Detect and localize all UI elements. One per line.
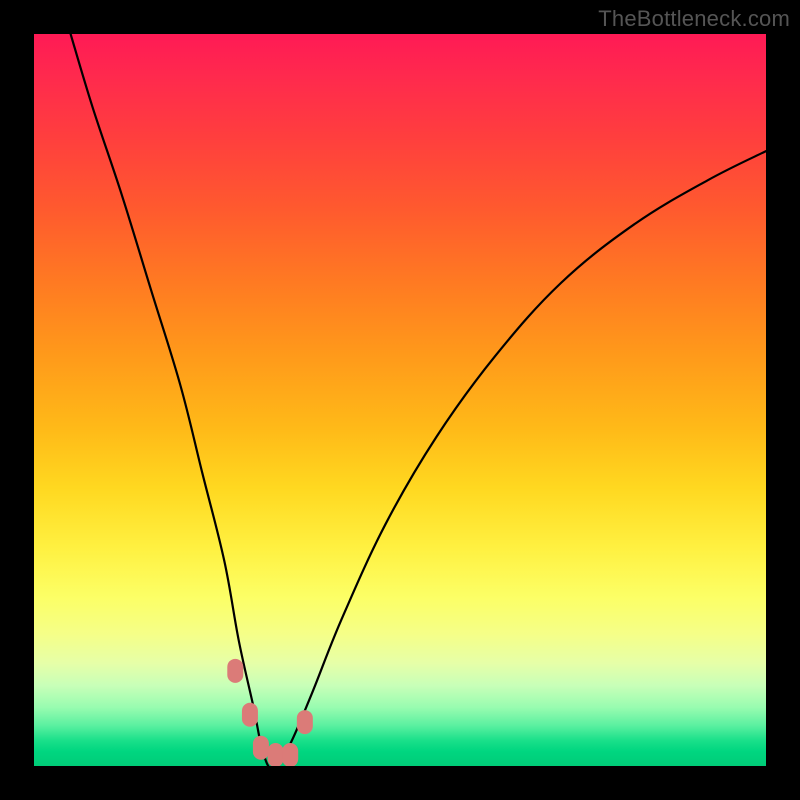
marker-group — [227, 659, 313, 766]
chart-frame: TheBottleneck.com — [0, 0, 800, 800]
bottleneck-curve — [71, 34, 766, 766]
plot-area — [34, 34, 766, 766]
marker-dot — [297, 710, 313, 734]
marker-dot — [227, 659, 243, 683]
marker-dot — [282, 743, 298, 766]
marker-dot — [253, 736, 269, 760]
marker-dot — [242, 703, 258, 727]
curve-layer — [34, 34, 766, 766]
watermark-text: TheBottleneck.com — [598, 6, 790, 32]
marker-dot — [268, 743, 284, 766]
